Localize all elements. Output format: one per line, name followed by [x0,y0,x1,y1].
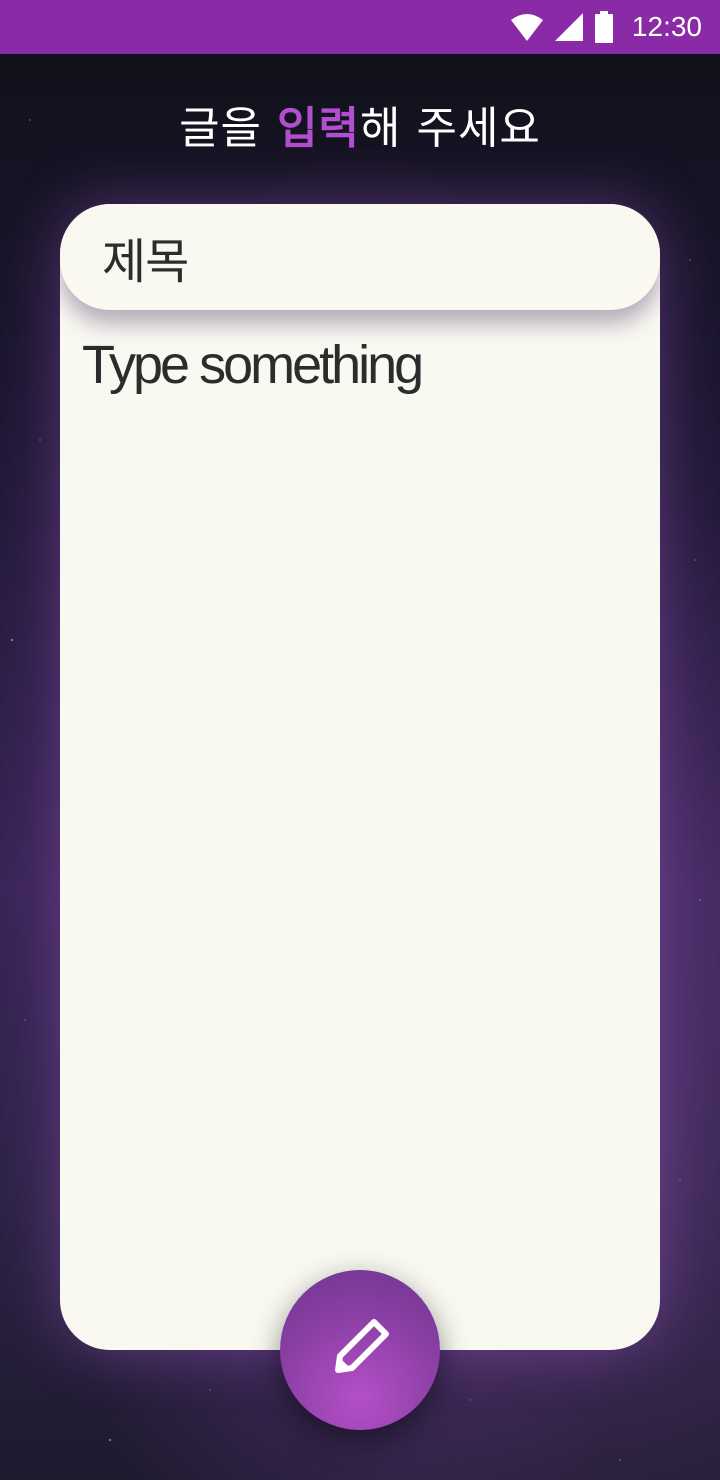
page-title-suffix: 해 주세요 [360,103,541,154]
page-title-prefix: 글을 [179,103,278,154]
body-placeholder: Type something [82,335,424,395]
title-placeholder: 제목 [102,234,189,290]
status-bar: 12:30 [0,0,720,54]
body-input[interactable]: Type something [82,334,638,396]
page-title: 글을 입력해 주세요 [0,92,720,156]
wifi-icon [510,12,544,42]
battery-icon [594,11,614,43]
signal-icon [554,12,584,42]
page-title-accent: 입력 [277,103,360,154]
pencil-icon [320,1308,400,1392]
title-input[interactable]: 제목 [60,204,660,310]
note-editor-card: 제목 Type something [60,204,660,1350]
status-icons: 12:30 [510,11,702,43]
status-time: 12:30 [631,11,702,42]
save-note-button[interactable] [280,1270,440,1430]
